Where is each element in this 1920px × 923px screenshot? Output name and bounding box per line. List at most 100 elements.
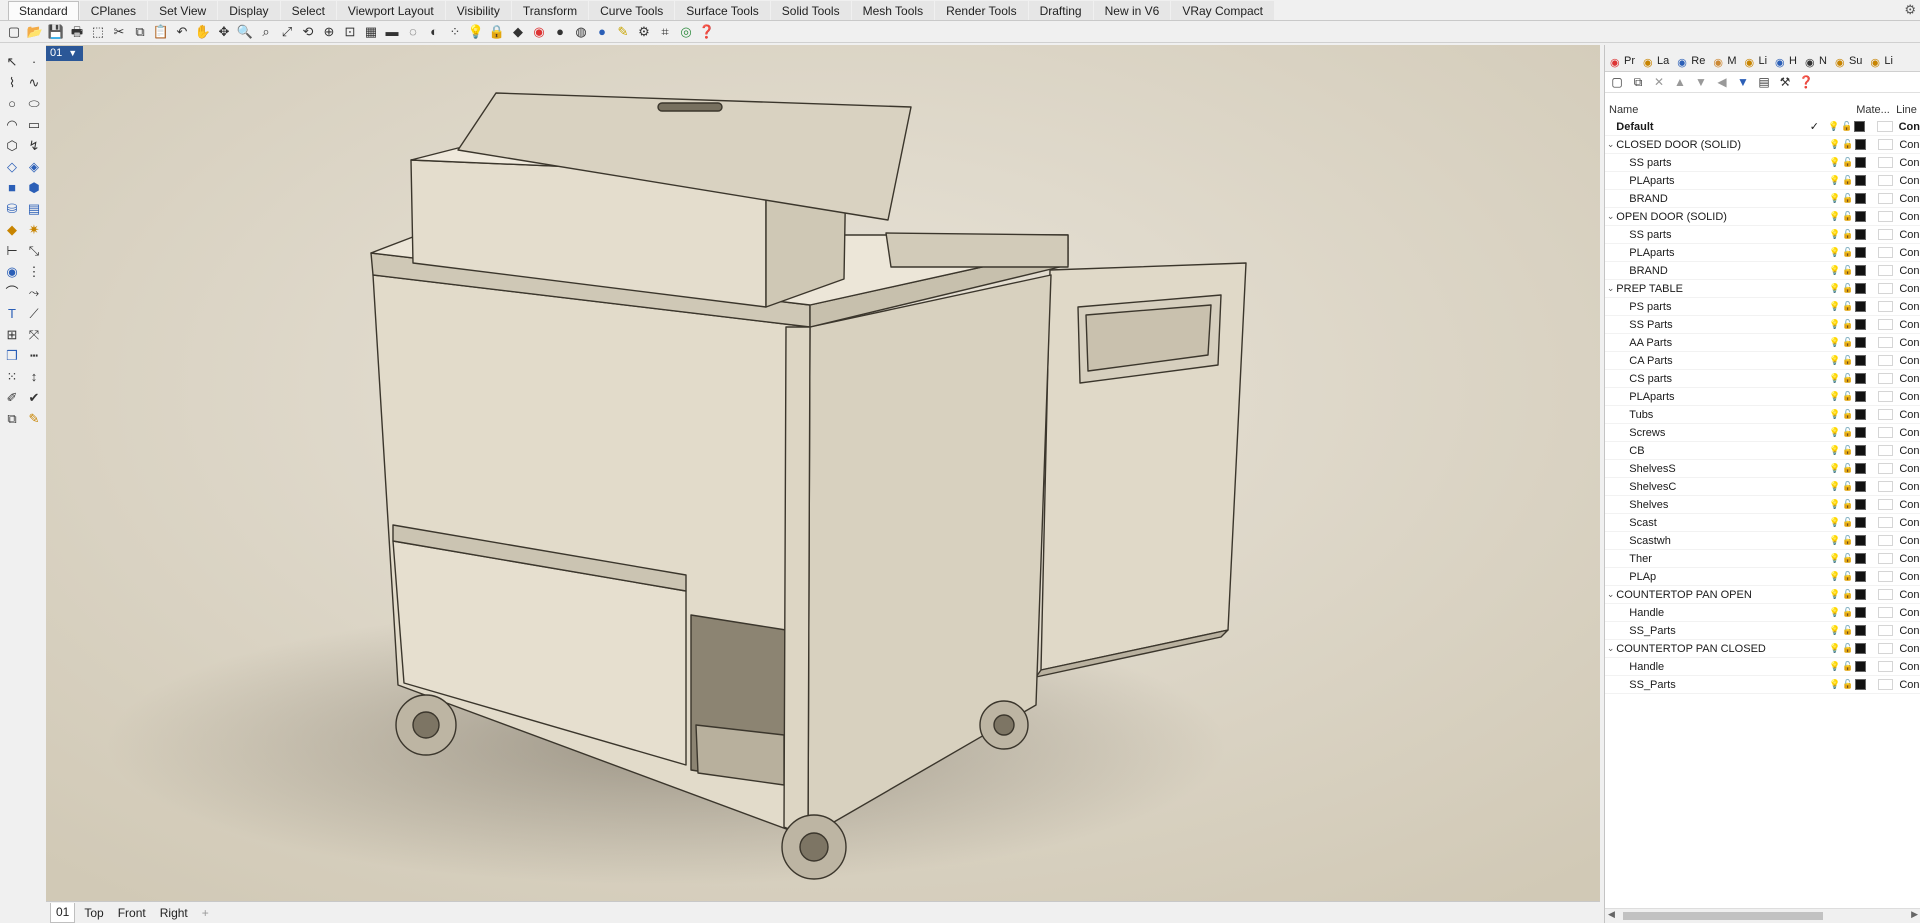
lock-icon[interactable]: 🔓 [1842,139,1853,150]
material-swatch[interactable] [1878,607,1894,618]
linetype-value[interactable]: Con [1893,391,1920,403]
visibility-bulb-icon[interactable]: 💡 [1829,535,1840,546]
visibility-bulb-icon[interactable]: 💡 [1829,643,1840,654]
add-viewport-tab-button[interactable]: + [197,906,214,920]
linetype-value[interactable]: Con [1893,193,1920,205]
layer-row[interactable]: Tubs 💡 🔓 Con [1605,406,1920,424]
layer-name[interactable]: Ther [1616,553,1801,565]
layer-color-swatch[interactable] [1855,661,1867,672]
material-swatch[interactable] [1878,229,1894,240]
perspective-viewport[interactable] [46,45,1600,901]
layer-color-swatch[interactable] [1855,265,1867,276]
layer-row[interactable]: PLAparts 💡 🔓 Con [1605,172,1920,190]
ribbon-tab-curve-tools[interactable]: Curve Tools [589,1,675,20]
lock-icon[interactable]: 🔓 [1842,553,1853,564]
material-swatch[interactable] [1878,373,1894,384]
visibility-bulb-icon[interactable]: 💡 [1829,607,1840,618]
layer-color-swatch[interactable] [1855,355,1867,366]
visibility-bulb-icon[interactable]: 💡 [1829,139,1840,150]
print-icon[interactable]: 🖶 [69,24,85,40]
layer-name[interactable]: CA Parts [1616,355,1801,367]
lock-icon[interactable]: 🔓 [1842,175,1853,186]
point-icon[interactable]: · [25,53,43,71]
scroll-right-icon[interactable]: ▶ [1911,909,1918,920]
visibility-bulb-icon[interactable]: 💡 [1829,175,1840,186]
layer-color-swatch[interactable] [1855,553,1867,564]
shaded-sphere-icon[interactable]: ● [552,24,568,40]
block-icon[interactable]: ❒ [3,347,21,365]
material-swatch[interactable] [1878,319,1894,330]
layer-name[interactable]: BRAND [1616,265,1801,277]
panel-tab-0[interactable]: ◉ Pr [1607,51,1638,71]
layer-name[interactable]: OPEN DOOR (SOLID) [1616,211,1800,223]
visibility-bulb-icon[interactable]: 💡 [1829,355,1840,366]
properties-icon[interactable]: ◆ [510,24,526,40]
ribbon-settings-icon[interactable]: ⚙ [1904,2,1916,18]
car-icon[interactable]: ▬ [384,24,400,40]
material-swatch[interactable] [1878,355,1894,366]
material-swatch[interactable] [1878,643,1894,654]
viewport-tab-right[interactable]: Right [155,906,193,920]
lock-icon[interactable]: 🔒 [489,24,505,40]
cut-icon[interactable]: ✂ [111,24,127,40]
layer-name[interactable]: Default [1616,121,1800,133]
ribbon-tab-new-in-v6[interactable]: New in V6 [1093,1,1171,20]
lock-icon[interactable]: 🔓 [1842,463,1853,474]
lock-icon[interactable]: 🔓 [1841,121,1852,132]
layer-color-swatch[interactable] [1855,193,1867,204]
layer-row[interactable]: ShelvesC 💡 🔓 Con [1605,478,1920,496]
ellipse-icon[interactable]: ⬭ [25,95,43,113]
layer-row[interactable]: CS parts 💡 🔓 Con [1605,370,1920,388]
ribbon-tab-surface-tools[interactable]: Surface Tools [675,1,770,20]
linetype-value[interactable]: Con [1893,499,1920,511]
render-tools-icon[interactable]: ◆ [3,221,21,239]
layer-name[interactable]: AA Parts [1616,337,1801,349]
layer-tools-icon[interactable]: ⧉ [3,410,21,428]
layer-name[interactable]: SS_Parts [1616,679,1801,691]
linetype-value[interactable]: Con [1893,679,1920,691]
layer-color-swatch[interactable] [1855,391,1867,402]
linetype-value[interactable]: Con [1893,445,1920,457]
layer-name[interactable]: Shelves [1616,499,1801,511]
lock-icon[interactable]: 🔓 [1842,625,1853,636]
visibility-bulb-icon[interactable]: 💡 [1829,499,1840,510]
layer-color-swatch[interactable] [1855,157,1867,168]
trim-icon[interactable]: ⟋ [25,305,43,323]
layer-name[interactable]: Handle [1616,607,1801,619]
lock-icon[interactable]: 🔓 [1842,409,1853,420]
polygon-icon[interactable]: ⬡ [3,137,21,155]
grid-array-icon[interactable]: ⁙ [3,368,21,386]
column-name[interactable]: Name [1605,104,1856,116]
layer-color-swatch[interactable] [1855,301,1867,312]
panel-tab-7[interactable]: ◉ Su [1832,51,1865,71]
layer-color-swatch[interactable] [1855,481,1867,492]
panel-help-icon[interactable]: ❓ [1798,74,1814,90]
mesh-icon[interactable]: ▤ [25,200,43,218]
viewport-tab-front[interactable]: Front [113,906,151,920]
dimension-icon[interactable]: ⊢ [3,242,21,260]
ribbon-tab-drafting[interactable]: Drafting [1028,1,1093,20]
rendered-sphere-icon[interactable]: ◍ [573,24,589,40]
layer-color-swatch[interactable] [1855,517,1867,528]
select-arrow-icon[interactable]: ↖ [3,53,21,71]
layer-row[interactable]: Shelves 💡 🔓 Con [1605,496,1920,514]
lock-icon[interactable]: 🔓 [1842,247,1853,258]
column-linetype[interactable]: Line [1896,104,1920,116]
visibility-bulb-icon[interactable]: 💡 [1829,571,1840,582]
paste-icon[interactable]: 📋 [153,24,169,40]
layer-row[interactable]: PLAparts 💡 🔓 Con [1605,244,1920,262]
linetype-value[interactable]: Con [1893,409,1920,421]
layer-row[interactable]: AA Parts 💡 🔓 Con [1605,334,1920,352]
move-up-icon[interactable]: ▲ [1672,74,1688,90]
undo-icon[interactable]: ↶ [174,24,190,40]
offset-icon[interactable]: ⤳ [25,284,43,302]
notes-icon[interactable]: ✐ [3,389,21,407]
visibility-bulb-icon[interactable]: 💡 [1829,247,1840,258]
linetype-value[interactable]: Con [1893,175,1920,187]
layer-color-swatch[interactable] [1855,409,1867,420]
layer-row[interactable]: SS_Parts 💡 🔓 Con [1605,676,1920,694]
rectangle-icon[interactable]: ▭ [25,116,43,134]
layer-color-swatch[interactable] [1854,211,1866,222]
layer-name[interactable]: PLAparts [1616,391,1801,403]
horizontal-scrollbar[interactable]: ◀ ▶ [1605,908,1920,923]
